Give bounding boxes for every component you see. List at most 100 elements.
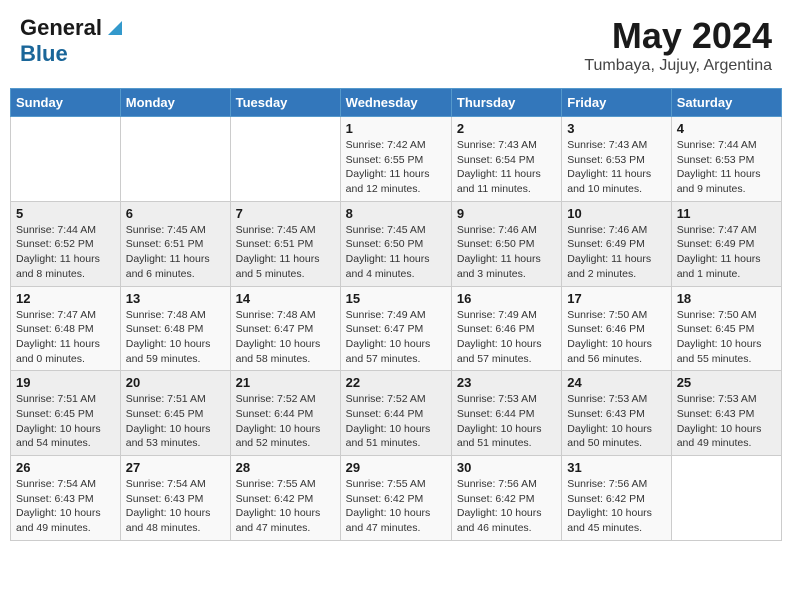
day-info: Sunrise: 7:47 AMSunset: 6:48 PMDaylight:… (16, 308, 115, 367)
day-info: Sunrise: 7:50 AMSunset: 6:46 PMDaylight:… (567, 308, 665, 367)
calendar-week-row: 26 Sunrise: 7:54 AMSunset: 6:43 PMDayligh… (11, 456, 782, 541)
calendar-week-row: 19Sunrise: 7:51 AMSunset: 6:45 PMDayligh… (11, 371, 782, 456)
day-of-week-header: Saturday (671, 89, 781, 117)
day-info: Sunrise: 7:45 AMSunset: 6:51 PMDaylight:… (236, 223, 335, 282)
calendar-week-row: 1 Sunrise: 7:42 AMSunset: 6:55 PMDaylight… (11, 117, 782, 202)
day-info: Sunrise: 7:44 AMSunset: 6:52 PMDaylight:… (16, 223, 115, 282)
calendar-day-cell: 18 Sunrise: 7:50 AMSunset: 6:45 PMDayligh… (671, 286, 781, 371)
calendar-day-cell (671, 456, 781, 541)
calendar-day-cell: 5 Sunrise: 7:44 AMSunset: 6:52 PMDaylight… (11, 201, 121, 286)
calendar-day-cell: 31 Sunrise: 7:56 AMSunset: 6:42 PMDayligh… (562, 456, 671, 541)
day-number: 14 (236, 291, 335, 306)
calendar-week-row: 5 Sunrise: 7:44 AMSunset: 6:52 PMDaylight… (11, 201, 782, 286)
day-info: Sunrise: 7:52 AMSunset: 6:44 PMDaylight:… (236, 392, 335, 451)
day-number: 13 (126, 291, 225, 306)
calendar-day-cell: 27Sunrise: 7:54 AMSunset: 6:43 PMDayligh… (120, 456, 230, 541)
day-info: Sunrise: 7:53 AMSunset: 6:44 PMDaylight:… (457, 392, 556, 451)
day-number: 31 (567, 460, 665, 475)
day-of-week-header: Sunday (11, 89, 121, 117)
day-number: 12 (16, 291, 115, 306)
day-number: 5 (16, 206, 115, 221)
month-year-title: May 2024 (584, 15, 772, 57)
day-number: 21 (236, 375, 335, 390)
calendar-day-cell: 12 Sunrise: 7:47 AMSunset: 6:48 PMDayligh… (11, 286, 121, 371)
calendar-day-cell: 3Sunrise: 7:43 AMSunset: 6:53 PMDaylight… (562, 117, 671, 202)
day-number: 3 (567, 121, 665, 136)
day-info: Sunrise: 7:45 AMSunset: 6:51 PMDaylight:… (126, 223, 225, 282)
day-info: Sunrise: 7:45 AMSunset: 6:50 PMDaylight:… (346, 223, 446, 282)
location-subtitle: Tumbaya, Jujuy, Argentina (584, 57, 772, 75)
day-number: 6 (126, 206, 225, 221)
day-number: 4 (677, 121, 776, 136)
calendar-day-cell: 23 Sunrise: 7:53 AMSunset: 6:44 PMDayligh… (451, 371, 561, 456)
day-number: 10 (567, 206, 665, 221)
logo-blue-text: Blue (20, 41, 68, 66)
calendar-day-cell: 14Sunrise: 7:48 AMSunset: 6:47 PMDayligh… (230, 286, 340, 371)
calendar-day-cell: 24Sunrise: 7:53 AMSunset: 6:43 PMDayligh… (562, 371, 671, 456)
day-info: Sunrise: 7:53 AMSunset: 6:43 PMDaylight:… (567, 392, 665, 451)
day-number: 28 (236, 460, 335, 475)
logo-icon (104, 17, 126, 39)
day-number: 1 (346, 121, 446, 136)
calendar-day-cell: 16Sunrise: 7:49 AMSunset: 6:46 PMDayligh… (451, 286, 561, 371)
calendar-day-cell: 26 Sunrise: 7:54 AMSunset: 6:43 PMDayligh… (11, 456, 121, 541)
calendar-header-row: SundayMondayTuesdayWednesdayThursdayFrid… (11, 89, 782, 117)
day-number: 16 (457, 291, 556, 306)
calendar-day-cell: 29Sunrise: 7:55 AMSunset: 6:42 PMDayligh… (340, 456, 451, 541)
day-of-week-header: Friday (562, 89, 671, 117)
day-of-week-header: Monday (120, 89, 230, 117)
day-info: Sunrise: 7:53 AMSunset: 6:43 PMDaylight:… (677, 392, 776, 451)
day-info: Sunrise: 7:55 AMSunset: 6:42 PMDaylight:… (346, 477, 446, 536)
logo: General Blue (20, 15, 126, 67)
day-info: Sunrise: 7:42 AMSunset: 6:55 PMDaylight:… (346, 138, 446, 197)
calendar-day-cell (11, 117, 121, 202)
day-number: 17 (567, 291, 665, 306)
calendar-day-cell: 7 Sunrise: 7:45 AMSunset: 6:51 PMDaylight… (230, 201, 340, 286)
calendar-day-cell: 15 Sunrise: 7:49 AMSunset: 6:47 PMDayligh… (340, 286, 451, 371)
calendar-day-cell (120, 117, 230, 202)
day-number: 25 (677, 375, 776, 390)
day-info: Sunrise: 7:54 AMSunset: 6:43 PMDaylight:… (126, 477, 225, 536)
day-number: 18 (677, 291, 776, 306)
day-info: Sunrise: 7:48 AMSunset: 6:48 PMDaylight:… (126, 308, 225, 367)
calendar-day-cell: 8 Sunrise: 7:45 AMSunset: 6:50 PMDaylight… (340, 201, 451, 286)
calendar-day-cell: 6 Sunrise: 7:45 AMSunset: 6:51 PMDaylight… (120, 201, 230, 286)
calendar-day-cell: 2 Sunrise: 7:43 AMSunset: 6:54 PMDaylight… (451, 117, 561, 202)
calendar-day-cell: 22 Sunrise: 7:52 AMSunset: 6:44 PMDayligh… (340, 371, 451, 456)
day-info: Sunrise: 7:56 AMSunset: 6:42 PMDaylight:… (567, 477, 665, 536)
day-info: Sunrise: 7:51 AMSunset: 6:45 PMDaylight:… (126, 392, 225, 451)
page-header: General Blue May 2024 Tumbaya, Jujuy, Ar… (10, 10, 782, 80)
day-info: Sunrise: 7:44 AMSunset: 6:53 PMDaylight:… (677, 138, 776, 197)
day-number: 22 (346, 375, 446, 390)
day-info: Sunrise: 7:46 AMSunset: 6:49 PMDaylight:… (567, 223, 665, 282)
day-of-week-header: Thursday (451, 89, 561, 117)
logo-general-text: General (20, 15, 102, 41)
calendar-day-cell: 9Sunrise: 7:46 AMSunset: 6:50 PMDaylight… (451, 201, 561, 286)
calendar-day-cell: 10 Sunrise: 7:46 AMSunset: 6:49 PMDayligh… (562, 201, 671, 286)
day-number: 8 (346, 206, 446, 221)
day-number: 7 (236, 206, 335, 221)
calendar-day-cell: 20 Sunrise: 7:51 AMSunset: 6:45 PMDayligh… (120, 371, 230, 456)
day-info: Sunrise: 7:43 AMSunset: 6:54 PMDaylight:… (457, 138, 556, 197)
title-block: May 2024 Tumbaya, Jujuy, Argentina (584, 15, 772, 75)
calendar-day-cell: 11 Sunrise: 7:47 AMSunset: 6:49 PMDayligh… (671, 201, 781, 286)
calendar-day-cell: 25 Sunrise: 7:53 AMSunset: 6:43 PMDayligh… (671, 371, 781, 456)
day-info: Sunrise: 7:50 AMSunset: 6:45 PMDaylight:… (677, 308, 776, 367)
day-info: Sunrise: 7:47 AMSunset: 6:49 PMDaylight:… (677, 223, 776, 282)
day-number: 23 (457, 375, 556, 390)
day-info: Sunrise: 7:52 AMSunset: 6:44 PMDaylight:… (346, 392, 446, 451)
day-number: 15 (346, 291, 446, 306)
day-info: Sunrise: 7:51 AMSunset: 6:45 PMDaylight:… (16, 392, 115, 451)
calendar-day-cell: 17 Sunrise: 7:50 AMSunset: 6:46 PMDayligh… (562, 286, 671, 371)
day-info: Sunrise: 7:49 AMSunset: 6:47 PMDaylight:… (346, 308, 446, 367)
day-info: Sunrise: 7:54 AMSunset: 6:43 PMDaylight:… (16, 477, 115, 536)
day-number: 26 (16, 460, 115, 475)
day-number: 11 (677, 206, 776, 221)
calendar-day-cell: 28Sunrise: 7:55 AMSunset: 6:42 PMDayligh… (230, 456, 340, 541)
calendar-day-cell: 21 Sunrise: 7:52 AMSunset: 6:44 PMDayligh… (230, 371, 340, 456)
calendar-week-row: 12 Sunrise: 7:47 AMSunset: 6:48 PMDayligh… (11, 286, 782, 371)
day-number: 2 (457, 121, 556, 136)
day-info: Sunrise: 7:56 AMSunset: 6:42 PMDaylight:… (457, 477, 556, 536)
day-number: 30 (457, 460, 556, 475)
day-number: 20 (126, 375, 225, 390)
